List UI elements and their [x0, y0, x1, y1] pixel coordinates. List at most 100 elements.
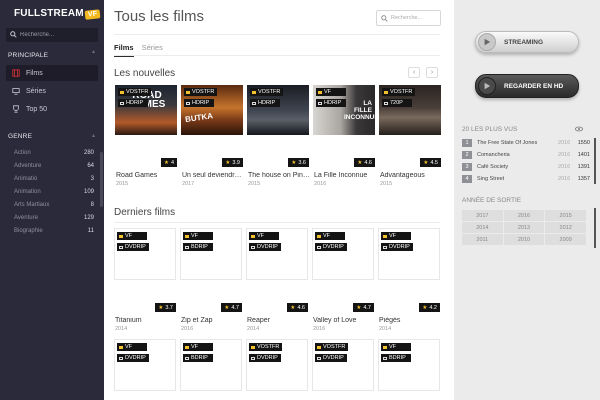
- quality-tag: BDRIP: [183, 243, 213, 251]
- eye-icon: [575, 126, 583, 132]
- genre-name: Arts Martiaux: [14, 201, 50, 208]
- language-label: VOSTFR: [126, 89, 149, 95]
- language-label: VOSTFR: [390, 89, 413, 95]
- movie-card[interactable]: VOSTFR HDRIP ★ 3.6 The house on Pine... 2…: [247, 85, 310, 187]
- sidebar-item-top50[interactable]: Top 50: [6, 101, 98, 117]
- rating-value: 3.7: [165, 304, 173, 311]
- main-search: [376, 10, 441, 26]
- quality-label: DVDRIP: [257, 355, 278, 361]
- year-button[interactable]: 2011: [462, 234, 503, 245]
- star-icon: ★: [422, 304, 428, 311]
- year-button[interactable]: 2016: [503, 210, 545, 221]
- right-panel: STREAMING REGARDER EN HD 20 LES PLUS VUS…: [454, 0, 600, 400]
- rating-badge: ★ 4.2: [419, 303, 440, 312]
- movie-title[interactable]: Reaper: [247, 317, 309, 324]
- movie-title[interactable]: Valley of Love: [313, 317, 375, 324]
- divider: [114, 34, 440, 35]
- year-button[interactable]: 2009: [545, 234, 586, 245]
- watch-hd-button[interactable]: REGARDER EN HD: [475, 74, 579, 98]
- sidebar-item-series[interactable]: Séries: [6, 83, 98, 99]
- main-search-input[interactable]: [391, 13, 439, 23]
- genre-item[interactable]: Animatio 3: [0, 172, 104, 185]
- ranking-row[interactable]: 4 Sing Street 2016 1357: [462, 174, 590, 184]
- tv-icon: [119, 356, 123, 360]
- trophy-icon: [13, 105, 19, 113]
- sidebar-search-input[interactable]: [20, 29, 98, 41]
- year-button[interactable]: 2015: [545, 210, 586, 221]
- plus-vus-heading: 20 LES PLUS VUS: [462, 126, 518, 133]
- movie-title[interactable]: Zip et Zap: [181, 317, 243, 324]
- tv-icon: [251, 356, 255, 360]
- rank-year: 2016: [558, 140, 571, 146]
- genre-item[interactable]: Aventure 129: [0, 211, 104, 224]
- movie-card[interactable]: BUTKA VOSTFR HDRIP ★ 3.9 Un seul deviendr…: [181, 85, 244, 187]
- movie-poster[interactable]: ROAD GAMES VOSTFR HDRIP: [115, 85, 177, 135]
- collapse-icon[interactable]: ▴: [92, 132, 95, 139]
- language-label: VOSTFR: [258, 89, 281, 95]
- movie-poster[interactable]: VOSTFR 720P: [379, 85, 441, 135]
- genre-item[interactable]: Biographie 11: [0, 224, 104, 237]
- genre-item[interactable]: Arts Martiaux 8: [0, 198, 104, 211]
- streaming-button[interactable]: STREAMING: [475, 31, 579, 53]
- movie-title[interactable]: The house on Pine...: [248, 172, 310, 179]
- quality-label: DVDRIP: [257, 244, 278, 250]
- star-icon: ★: [291, 159, 297, 166]
- quality-tag: DVDRIP: [381, 243, 413, 251]
- folder-icon: [383, 345, 387, 349]
- chevron-right-icon: ›: [430, 69, 434, 76]
- movie-title[interactable]: Un seul deviendra ...: [182, 172, 244, 179]
- logo-text: FULLSTREAM: [14, 8, 84, 19]
- movie-card[interactable]: VOSTFR 720P ★ 4.5 Advantageous 2015: [379, 85, 441, 187]
- genre-item[interactable]: Animation 109: [0, 185, 104, 198]
- prev-button[interactable]: ‹: [408, 67, 420, 78]
- movie-poster[interactable]: LA FILLE INCONNUE VF HDRIP: [313, 85, 375, 135]
- movie-card[interactable]: LA FILLE INCONNUE VF HDRIP ★4.6 La Fille…: [313, 85, 375, 187]
- language-label: VOSTFR: [323, 344, 346, 350]
- movie-poster[interactable]: VOSTFR HDRIP: [247, 85, 309, 135]
- rating-value: 4.7: [363, 304, 371, 311]
- year-button[interactable]: 2017: [462, 210, 503, 221]
- year-button[interactable]: 2013: [503, 222, 545, 233]
- genre-item[interactable]: Adventure 64: [0, 159, 104, 172]
- rating-value: 4.6: [297, 304, 305, 311]
- ranking-row[interactable]: 3 Café Society 2016 1391: [462, 162, 590, 172]
- year-button[interactable]: 2012: [545, 222, 586, 233]
- movie-title[interactable]: La Fille Inconnue: [314, 172, 376, 179]
- genre-name: Adventure: [14, 162, 42, 169]
- movie-poster[interactable]: BUTKA VOSTFR HDRIP: [181, 85, 243, 135]
- site-logo[interactable]: FULLSTREAM VF: [0, 0, 104, 28]
- genre-item[interactable]: Action 280: [0, 146, 104, 159]
- collapse-icon[interactable]: ▴: [92, 48, 95, 55]
- quality-label: DVDRIP: [323, 355, 344, 361]
- language-tag: VOSTFR: [184, 88, 218, 96]
- year-button[interactable]: 2014: [462, 222, 503, 233]
- movie-title[interactable]: Advantageous: [380, 172, 442, 179]
- ranking-scrollbar[interactable]: [594, 138, 596, 184]
- quality-tag: DVDRIP: [315, 243, 347, 251]
- quality-label: DVDRIP: [125, 355, 146, 361]
- rating-value: 4: [170, 159, 174, 166]
- annee-heading: ANNÉE DE SORTIE: [462, 197, 522, 204]
- movie-title[interactable]: Road Games: [116, 172, 178, 179]
- ranking-row[interactable]: 2 Comancheria 2016 1401: [462, 150, 590, 160]
- movie-year: 2015: [116, 181, 129, 187]
- rating-badge: ★ 3.6: [288, 158, 309, 167]
- main-nav: Films Séries Top 50: [0, 65, 104, 117]
- sidebar-item-films[interactable]: Films: [6, 65, 98, 81]
- year-button[interactable]: 2010: [503, 234, 545, 245]
- language-label: VF: [125, 233, 133, 239]
- year-scrollbar[interactable]: [594, 208, 596, 248]
- tv-icon: [185, 356, 189, 360]
- movie-year: 2015: [380, 181, 393, 187]
- next-button[interactable]: ›: [426, 67, 438, 78]
- movie-title[interactable]: Titanium: [115, 317, 177, 324]
- movie-title[interactable]: Piégés: [379, 317, 441, 324]
- genre-scrollbar[interactable]: [100, 152, 103, 207]
- rating-badge: ★ 3.9: [222, 158, 243, 167]
- movie-card[interactable]: ROAD GAMES VOSTFR HDRIP ★4 Road Games 20…: [115, 85, 177, 187]
- folder-icon: [317, 234, 321, 238]
- folder-icon: [185, 234, 189, 238]
- folder-icon: [317, 345, 321, 349]
- ranking-row[interactable]: 1 The Free State Of Jones 2016 1550: [462, 138, 590, 148]
- chevron-left-icon: ‹: [412, 69, 416, 76]
